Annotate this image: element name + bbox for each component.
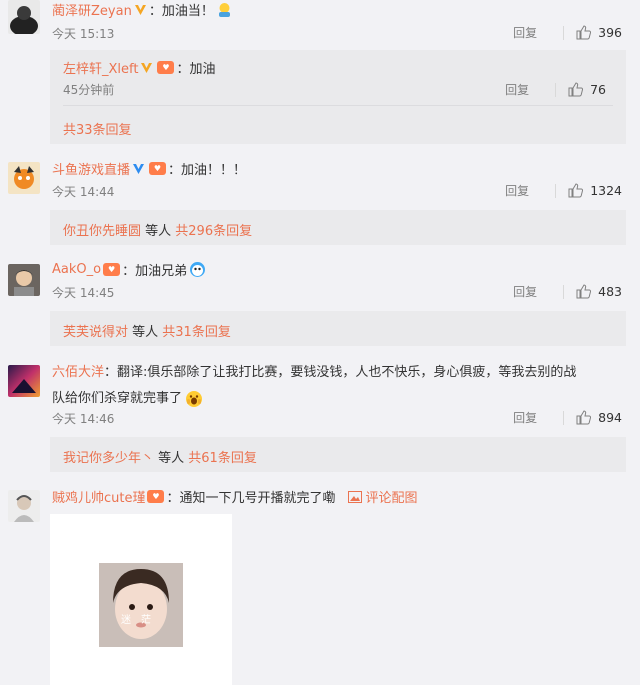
fan-badge-icon: ♥ (149, 162, 167, 175)
reply-user-link[interactable]: 芙芙说得对 (63, 321, 128, 340)
reply-button[interactable]: 回复 (505, 182, 529, 199)
image-caption: 迷茫 (121, 615, 161, 626)
sub-reply-header: 左梓轩_Xleft ♥ ：加油 (63, 58, 215, 77)
avatar[interactable] (8, 264, 40, 296)
sub-username[interactable]: 左梓轩_Xleft (63, 58, 138, 77)
sub-reply-time: 45分钟前 (63, 83, 115, 97)
like-count: 396 (598, 25, 622, 40)
view-replies-link[interactable]: 共33条回复 (63, 119, 132, 138)
vip-badge-icon (141, 63, 153, 73)
like-count: 483 (598, 284, 622, 299)
reply-button[interactable]: 回复 (513, 409, 537, 426)
thumbs-up-icon[interactable] (576, 25, 592, 40)
photo-thumbnail: 迷茫 (99, 563, 183, 647)
comment-header: 斗鱼游戏直播 ♥ ：加油！！！ (52, 159, 246, 178)
avatar[interactable] (8, 0, 40, 34)
comment-text-line2: 队给你们杀穿就完事了 (52, 391, 183, 406)
summary-connector: 等人 (128, 325, 163, 340)
view-replies-link[interactable]: 共61条回复 (188, 447, 257, 466)
replies-summary[interactable]: 我记你多少年丶 等人 共61条回复 (50, 437, 626, 472)
sub-reply-actions: 回复 76 (505, 81, 606, 98)
reply-button[interactable]: 回复 (513, 283, 537, 300)
fan-badge-icon: ♥ (147, 490, 165, 503)
reply-user-link[interactable]: 你丑你先睡圆 (63, 220, 141, 239)
fan-badge-icon: ♥ (103, 263, 121, 276)
comment-text: ：加油兄弟 (122, 264, 188, 279)
comment-image-link[interactable]: 评论配图 (366, 487, 418, 506)
thumbs-up-icon[interactable] (568, 82, 584, 97)
comment-time: 今天 14:45 (52, 286, 115, 300)
username[interactable]: AakO_o (52, 262, 101, 277)
summary-connector: 等人 (154, 451, 189, 466)
username[interactable]: 六佰大洋 (52, 360, 104, 386)
comment-image[interactable]: 迷茫 (50, 514, 232, 685)
comment-actions: 回复 894 (513, 409, 622, 426)
like-count: 894 (598, 410, 622, 425)
username[interactable]: 蔺泽研Zeyan (52, 0, 132, 19)
view-replies-link[interactable]: 共296条回复 (175, 220, 252, 239)
emoji-icon (218, 2, 230, 17)
avatar[interactable] (8, 365, 40, 397)
image-icon (347, 490, 362, 503)
reply-button[interactable]: 回复 (513, 24, 537, 41)
avatar[interactable] (8, 162, 40, 194)
comment-text: ：通知一下几号开播就完了嘞 (166, 491, 336, 506)
replies-summary[interactable]: 你丑你先睡圆 等人 共296条回复 (50, 210, 626, 245)
comment-time: 今天 14:46 (52, 412, 115, 426)
emoji-icon (190, 262, 206, 277)
sub-reply-text: ：加油 (176, 62, 216, 77)
comment-text-line1: ：翻译:俱乐部除了让我打比赛，要钱没钱，人也不快乐，身心俱疲，等我去别的战 (104, 365, 577, 380)
divider (555, 82, 557, 97)
replies-summary[interactable]: 芙芙说得对 等人 共31条回复 (50, 311, 626, 346)
comment-actions: 回复 1324 (505, 182, 622, 199)
vip-badge-icon (134, 5, 146, 15)
thumbs-up-icon[interactable] (576, 284, 592, 299)
reply-button[interactable]: 回复 (505, 81, 529, 98)
comment-body: 六佰大洋 ：翻译:俱乐部除了让我打比赛，要钱没钱，人也不快乐，身心俱疲，等我去别… (52, 360, 576, 412)
verified-badge-icon (133, 164, 145, 174)
username[interactable]: 斗鱼游戏直播 (52, 159, 130, 178)
thumbs-up-icon[interactable] (576, 410, 592, 425)
thumbs-up-icon[interactable] (568, 183, 584, 198)
divider (563, 410, 565, 425)
summary-connector: 等人 (141, 224, 176, 239)
username[interactable]: 贼鸡儿帅cute瑾 (52, 487, 145, 506)
avatar[interactable] (8, 490, 40, 522)
reply-user-link[interactable]: 我记你多少年丶 (63, 447, 154, 466)
divider (563, 25, 565, 40)
comment-actions: 回复 396 (513, 24, 622, 41)
comment-header: AakO_o ♥ ：加油兄弟 (52, 260, 206, 279)
reply-box: 左梓轩_Xleft ♥ ：加油 45分钟前 回复 76 共33条回复 (50, 50, 626, 144)
divider (555, 183, 557, 198)
comment-header: 蔺泽研Zeyan ：加油当！ (52, 0, 233, 19)
comment-header: 贼鸡儿帅cute瑾 ♥ ：通知一下几号开播就完了嘞 评论配图 (52, 487, 418, 506)
comment-text: ：加油！！！ (168, 163, 247, 178)
comment-text: ：加油当！ (148, 4, 214, 19)
like-count: 76 (590, 82, 606, 97)
comment-time: 今天 14:44 (52, 185, 115, 199)
divider (563, 284, 565, 299)
like-count: 1324 (590, 183, 622, 198)
comment-actions: 回复 483 (513, 283, 622, 300)
emoji-icon (186, 391, 203, 407)
fan-badge-icon: ♥ (157, 61, 175, 74)
divider (63, 105, 613, 106)
view-replies-link[interactable]: 共31条回复 (162, 321, 231, 340)
comment-time: 今天 15:13 (52, 27, 115, 41)
